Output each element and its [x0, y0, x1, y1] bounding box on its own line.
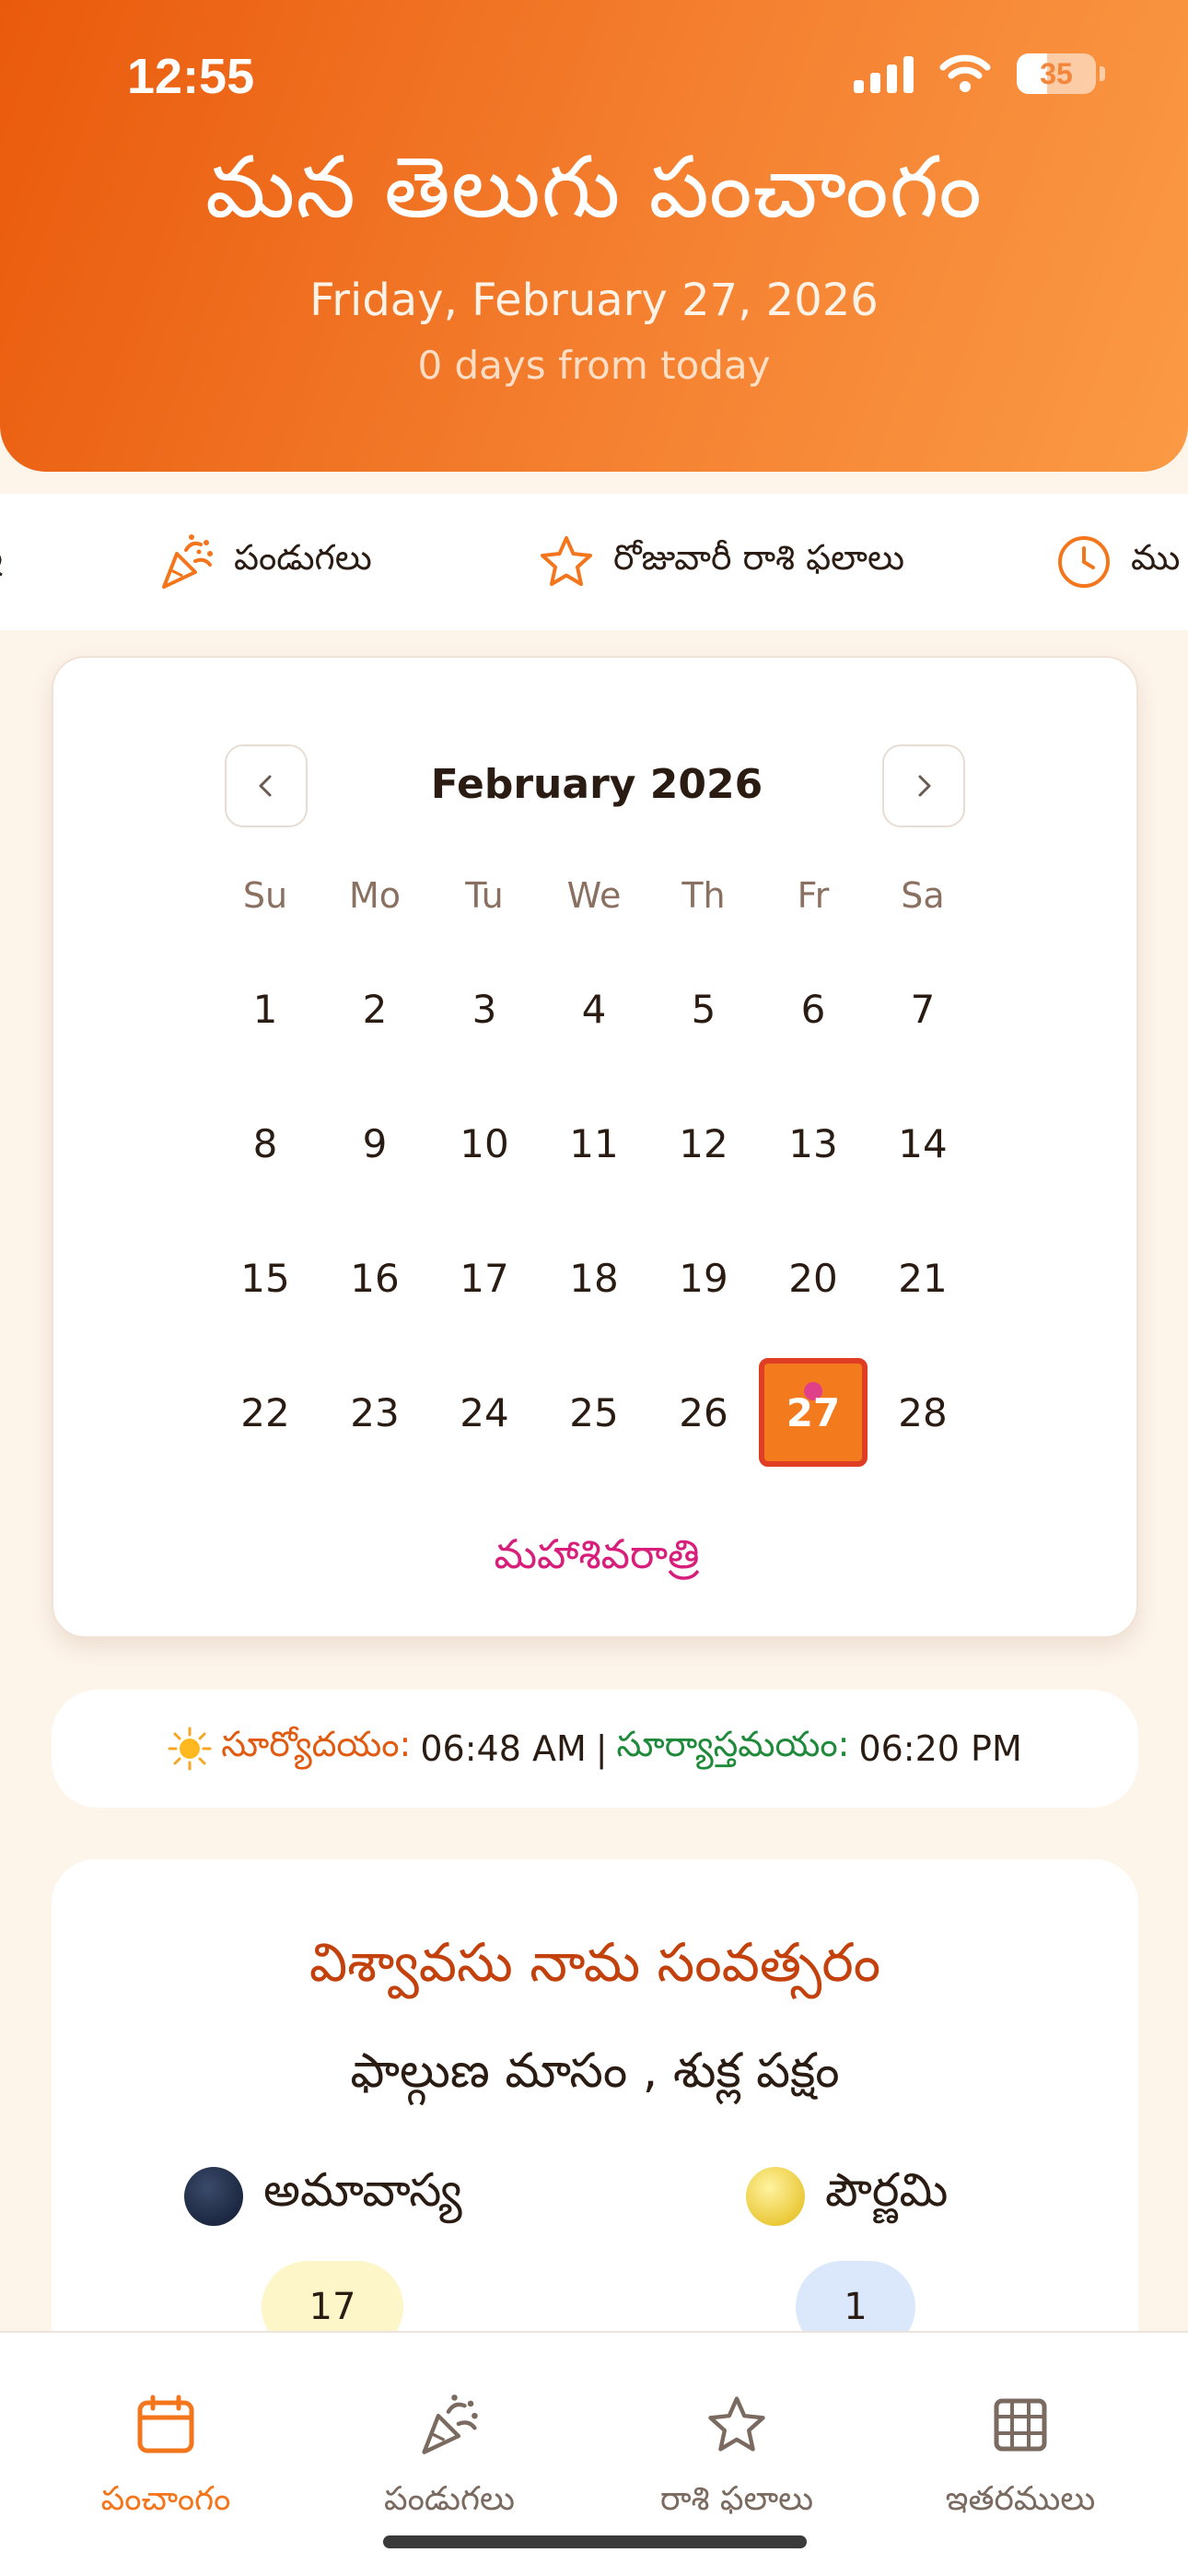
weekday-label: Mo: [348, 875, 402, 916]
battery-level: 35: [1040, 56, 1073, 90]
tab-festivals-label: పండుగలు: [234, 537, 372, 578]
calendar-day[interactable]: 22: [211, 1358, 320, 1467]
amavasya-item: అమావాస్య: [184, 2163, 462, 2229]
nav-others[interactable]: ఇతరములు: [882, 2394, 1159, 2526]
calendar-day[interactable]: 23: [320, 1358, 429, 1467]
tab-daily-horoscope[interactable]: రోజువారీ రాశి ఫలాలు: [538, 494, 904, 630]
calendar-day[interactable]: 15: [211, 1224, 320, 1332]
pournami-item: పౌర్ణమి: [746, 2163, 948, 2229]
app-title: మన తెలుగు పంచాంగం: [205, 138, 983, 237]
calendar-day[interactable]: 7: [868, 954, 977, 1063]
calendar-day[interactable]: 12: [649, 1089, 758, 1198]
tab-muhurtham[interactable]: ము: [1055, 494, 1180, 630]
sunrise-sunset-card: సూర్యోదయం: 06:48 AM | సూర్యాస్తమయం: 06:2…: [52, 1690, 1138, 1808]
calendar-day[interactable]: 6: [759, 954, 868, 1063]
calendar-day[interactable]: 1: [211, 954, 320, 1063]
nav-festivals-label: పండుగలు: [384, 2480, 515, 2518]
calendar-day[interactable]: 2: [320, 954, 429, 1063]
category-tabs: పండుగలు రోజువారీ రాశి ఫలాలు ము: [0, 494, 1188, 630]
separator: |: [595, 1728, 608, 1769]
calendar-day-selected[interactable]: 27: [759, 1358, 868, 1467]
new-moon-icon: [184, 2166, 243, 2226]
calendar-icon: [137, 2395, 194, 2453]
battery-icon: 35: [1017, 53, 1096, 94]
home-indicator[interactable]: [383, 2535, 807, 2548]
cellular-signal-icon: [854, 54, 914, 93]
calendar-day[interactable]: 4: [540, 954, 648, 1063]
tab-previous-partial[interactable]: [0, 494, 9, 630]
nav-panchangam[interactable]: పంచాంగం: [28, 2394, 304, 2526]
calendar-day[interactable]: 16: [320, 1224, 429, 1332]
tab-festivals[interactable]: పండుగలు: [158, 494, 372, 630]
sunrise-time: 06:48 AM: [420, 1728, 587, 1769]
sun-icon: [168, 1727, 212, 1771]
selected-date: Friday, February 27, 2026: [309, 275, 879, 326]
weekday-label: Tu: [465, 875, 504, 916]
wifi-icon: [939, 54, 991, 92]
clock-icon: [1058, 536, 1110, 588]
next-month-button[interactable]: [882, 744, 965, 827]
calendar-day[interactable]: 14: [868, 1089, 977, 1198]
party-popper-icon: [162, 534, 213, 589]
sunset-time: 06:20 PM: [858, 1728, 1022, 1769]
weekday-label: Sa: [901, 875, 945, 916]
calendar-day[interactable]: 25: [540, 1358, 648, 1467]
calendar-day[interactable]: 11: [540, 1089, 648, 1198]
chevron-right-icon: [918, 775, 931, 797]
pournami-label: పౌర్ణమి: [825, 2163, 949, 2217]
festival-name[interactable]: మహాశివరాత్రి: [53, 1531, 1140, 1588]
masam-paksham: ఫాల్గుణ మాసం , శుక్ల పక్షం: [350, 2043, 840, 2099]
status-time: 12:55: [127, 49, 255, 104]
weekday-label: Th: [681, 875, 726, 916]
weekday-label: Su: [242, 875, 288, 916]
sunrise-label: సూర్యోదయం:: [221, 1724, 412, 1764]
calendar-day[interactable]: 8: [211, 1089, 320, 1198]
calendar-day[interactable]: 10: [430, 1089, 539, 1198]
party-popper-icon: [422, 2395, 478, 2454]
selected-day-number: 27: [786, 1389, 841, 1435]
calendar-day[interactable]: 28: [868, 1358, 977, 1467]
calendar-day[interactable]: 3: [430, 954, 539, 1063]
nav-panchangam-label: పంచాంగం: [100, 2480, 231, 2518]
days-from-today: 0 days from today: [417, 343, 771, 388]
calendar-day[interactable]: 26: [649, 1358, 758, 1467]
calendar-day[interactable]: 5: [649, 954, 758, 1063]
app-header: 12:55 35 మన తెలుగు పంచాంగం Friday, Febru…: [0, 0, 1188, 472]
weekday-label: Fr: [797, 875, 830, 916]
tab-daily-horoscope-label: రోజువారీ రాశి ఫలాలు: [613, 537, 905, 578]
grid-icon: [994, 2398, 1047, 2452]
tab-muhurtham-label: ము: [1131, 537, 1181, 578]
month-title: February 2026: [430, 761, 763, 808]
calendar-day[interactable]: 18: [540, 1224, 648, 1332]
full-moon-icon: [746, 2166, 805, 2226]
calendar-day[interactable]: 19: [649, 1224, 758, 1332]
nav-others-label: ఇతరములు: [945, 2480, 1096, 2518]
amavasya-label: అమావాస్య: [263, 2163, 462, 2217]
status-icons: 35: [854, 53, 1105, 94]
calendar-day[interactable]: 17: [430, 1224, 539, 1332]
samvatsaram-title: విశ్వావసు నామ సంవత్సరం: [309, 1931, 881, 1994]
sunset-label: సూర్యాస్తమయం:: [616, 1724, 850, 1764]
calendar-card: February 2026 Su Mo Tu We Th Fr Sa 1 2 3…: [52, 656, 1138, 1638]
calendar-day[interactable]: 24: [430, 1358, 539, 1467]
nav-horoscope-label: రాశి ఫలాలు: [659, 2480, 814, 2518]
calendar-day[interactable]: 13: [759, 1089, 868, 1198]
calendar-day[interactable]: 20: [759, 1224, 868, 1332]
star-icon: [708, 2396, 765, 2452]
weekday-label: We: [566, 875, 622, 916]
calendar-day[interactable]: 9: [320, 1089, 429, 1198]
calendar-day[interactable]: 21: [868, 1224, 977, 1332]
star-icon: [541, 536, 592, 586]
nav-horoscope[interactable]: రాశి ఫలాలు: [599, 2394, 875, 2526]
nav-festivals[interactable]: పండుగలు: [311, 2394, 588, 2526]
